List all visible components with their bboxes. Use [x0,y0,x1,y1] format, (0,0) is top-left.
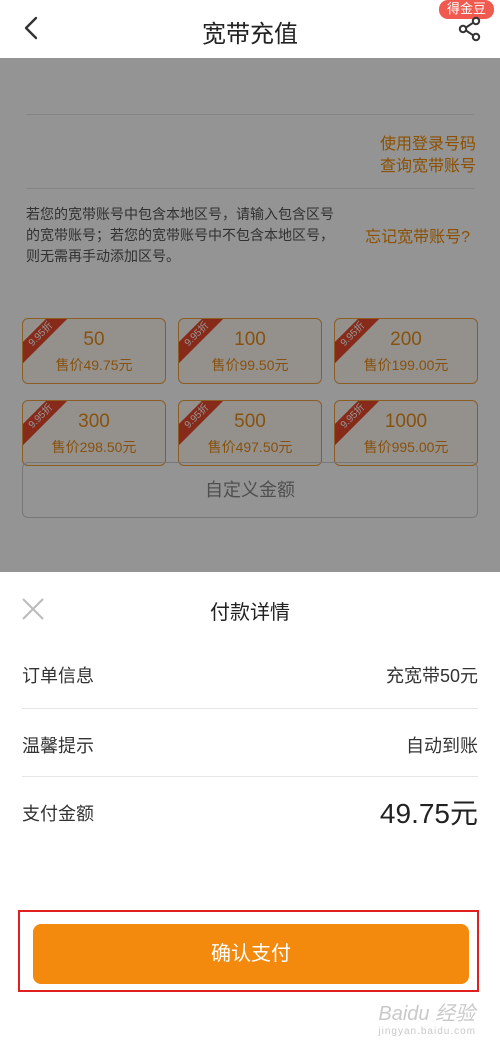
amount-label: 支付金额 [22,804,94,824]
tip-row: 温馨提示 自动到账 [22,710,478,778]
watermark-url: jingyan.baidu.com [378,1026,476,1037]
order-info-label: 订单信息 [22,666,94,686]
tip-label: 温馨提示 [22,736,94,756]
amount-value: 49.75元 [379,798,478,829]
payment-sheet-title: 付款详情 [210,602,290,624]
share-icon[interactable] [458,16,482,42]
tip-value: 自动到账 [406,736,478,756]
divider [22,776,478,777]
confirm-pay-button[interactable]: 确认支付 [33,924,469,984]
baidu-watermark: Baidu 经验 jingyan.baidu.com [378,997,476,1037]
page-title: 宽带充值 [202,21,298,48]
modal-backdrop[interactable] [0,58,500,572]
payment-sheet: 付款详情 订单信息 充宽带50元 温馨提示 自动到账 支付金额 49.75元 确… [0,572,500,1047]
watermark-brand: Baidu 经验 [378,1003,476,1025]
app-header: 宽带充值 得金豆 [0,0,500,58]
divider [22,708,478,709]
amount-row: 支付金额 49.75元 [22,778,478,846]
order-info-value: 充宽带50元 [385,666,478,686]
order-info-row: 订单信息 充宽带50元 [22,640,478,708]
